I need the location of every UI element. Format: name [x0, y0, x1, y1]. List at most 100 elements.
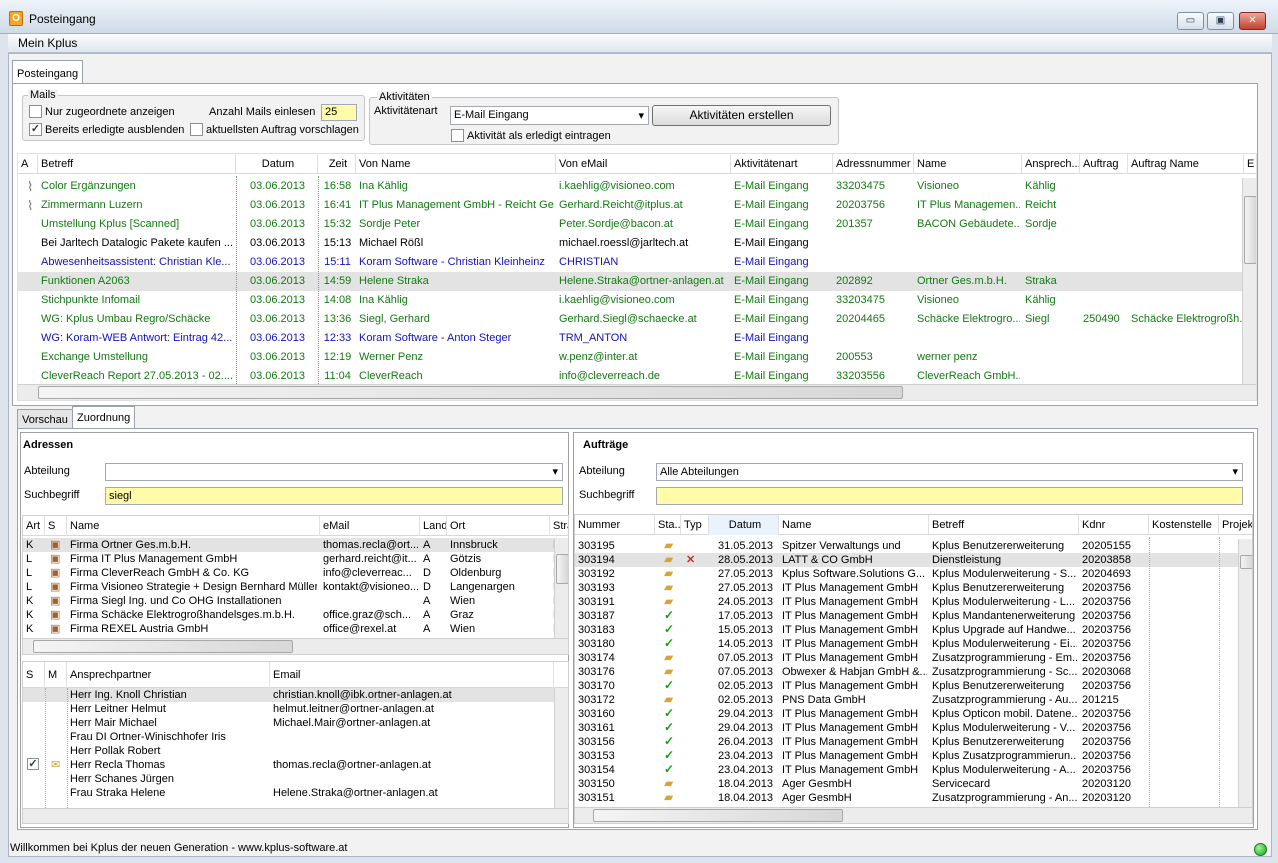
mail-col-header[interactable]: Datum — [236, 154, 318, 174]
anzahl-input[interactable]: 25 — [321, 104, 357, 121]
ansprechpartner-selected-checkbox[interactable] — [27, 758, 39, 770]
ansprechpartner-row[interactable]: ✉ Herr Recla Thomas thomas.recla@ortner-an… — [23, 758, 568, 772]
mail-col-header[interactable]: Aktivitätenart — [731, 154, 833, 174]
ansprechpartner-row[interactable]: Frau Straka Helene Helene.Straka@ortner-a… — [23, 786, 568, 800]
mail-row[interactable]: WG: Kplus Umbau Regro/Schäcke 03.06.2013 1… — [18, 310, 1256, 329]
aktivitaeten-erstellen-button[interactable]: Aktivitäten erstellen — [652, 105, 831, 126]
auftraege-row[interactable]: 303170 ✓ 02.05.2013 IT Plus Management GmbH… — [575, 679, 1252, 693]
auftraege-row[interactable]: 303153 ✓ 23.04.2013 IT Plus Management GmbH… — [575, 749, 1252, 763]
ansprechpartner-col-header[interactable]: M — [45, 662, 67, 688]
auftraege-row[interactable]: 303151 ▰ 18.04.2013 Ager GesmbH Zusatzprogra… — [575, 791, 1252, 805]
ansprechpartner-col-header[interactable]: Email — [270, 662, 554, 688]
maximize-button[interactable]: ▣ — [1207, 12, 1234, 30]
auftraege-col-header[interactable]: Nummer — [575, 515, 655, 535]
ansprechpartner-row[interactable]: Frau DI Ortner-Winischhofer Iris — [23, 730, 568, 744]
aktivitaetenart-select[interactable]: E-Mail Eingang ▾ — [450, 106, 649, 125]
adressen-row[interactable]: K ▣ Firma Schäcke Elektrogroßhandelsges.m.… — [23, 608, 568, 622]
minimize-button[interactable]: ▭ — [1177, 12, 1204, 30]
ansprechpartner-row[interactable]: Herr Schanes Jürgen — [23, 772, 568, 786]
auftraege-grid-vscroll[interactable] — [1238, 539, 1252, 807]
ansprechpartner-row[interactable]: Herr Leitner Helmut helmut.leitner@ortner… — [23, 702, 568, 716]
adressen-col-header[interactable]: eMail — [320, 516, 420, 536]
auftraege-row[interactable]: 303172 ▰ 02.05.2013 PNS Data GmbH Zusatzprog… — [575, 693, 1252, 707]
mail-grid-vscroll[interactable] — [1242, 178, 1256, 384]
mail-col-header[interactable]: Adressnummer — [833, 154, 914, 174]
mail-row[interactable]: ⌇ Color Ergänzungen 03.06.2013 16:58 Ina Käh… — [18, 177, 1256, 196]
auftraege-abteilung-select[interactable]: Alle Abteilungen ▾ — [656, 463, 1243, 481]
auftraege-row[interactable]: 303160 ✓ 29.04.2013 IT Plus Management GmbH… — [575, 707, 1252, 721]
auftraege-row[interactable]: 303194 ▰ ✕ 28.05.2013 LATT & CO GmbH Dienstle… — [575, 553, 1252, 567]
auftraege-row[interactable]: 303174 ▰ 07.05.2013 IT Plus Management GmbH… — [575, 651, 1252, 665]
ansprechpartner-row[interactable]: Herr Mair Michael Michael.Mair@ortner-anl… — [23, 716, 568, 730]
auftraege-row[interactable]: 303183 ✓ 15.05.2013 IT Plus Management GmbH… — [575, 623, 1252, 637]
mail-col-header[interactable]: Ansprech... — [1022, 154, 1080, 174]
ansprechpartner-grid-hscroll[interactable] — [23, 808, 568, 823]
auftraege-row[interactable]: 303187 ✓ 17.05.2013 IT Plus Management GmbH… — [575, 609, 1252, 623]
auftraege-grid-hscroll-thumb[interactable] — [593, 809, 843, 822]
auftraege-row[interactable]: 303195 ▰ 31.05.2013 Spitzer Verwaltungs und… — [575, 539, 1252, 553]
mail-col-header[interactable]: Auftrag — [1080, 154, 1128, 174]
nur-zugeordnete-checkbox[interactable] — [29, 105, 42, 118]
auftraege-row[interactable]: 303156 ✓ 26.04.2013 IT Plus Management GmbH… — [575, 735, 1252, 749]
menu-mein-kplus[interactable]: Mein Kplus — [18, 36, 77, 50]
adressen-grid-vscroll[interactable] — [554, 538, 568, 638]
mail-grid-hscroll[interactable] — [18, 384, 1256, 400]
auftraege-col-header[interactable]: Typ — [681, 515, 709, 535]
adressen-row[interactable]: L ▣ Firma Visioneo Strategie + Design Bern… — [23, 580, 568, 594]
auftraege-row[interactable]: 303150 ▰ 18.04.2013 Ager GesmbH Servicecard 2… — [575, 777, 1252, 791]
mail-col-header[interactable]: E — [1244, 154, 1256, 174]
auftraege-col-header[interactable]: Kostenstelle — [1149, 515, 1219, 535]
ansprechpartner-row[interactable]: Herr Pollak Robert — [23, 744, 568, 758]
mail-col-header[interactable]: Name — [914, 154, 1022, 174]
adressen-col-header[interactable]: Ort — [447, 516, 550, 536]
auftraege-grid-vscroll-thumb[interactable] — [1240, 555, 1252, 569]
mail-grid-vscroll-thumb[interactable] — [1244, 196, 1256, 264]
mail-col-header[interactable]: Zeit — [318, 154, 356, 174]
mail-row[interactable]: Stichpunkte Infomail 03.06.2013 14:08 Ina K… — [18, 291, 1256, 310]
mail-row[interactable]: ⌇ Zimmermann Luzern 03.06.2013 16:41 IT Plus… — [18, 196, 1256, 215]
auftraege-col-header[interactable]: Betreff — [929, 515, 1079, 535]
auftraege-col-header[interactable]: Sta... — [655, 515, 681, 535]
auftraege-col-header[interactable]: Projek — [1219, 515, 1252, 535]
tab-vorschau[interactable]: Vorschau — [17, 409, 73, 429]
mail-row[interactable]: Funktionen A2063 03.06.2013 14:59 Helene St… — [18, 272, 1256, 291]
adressen-col-header[interactable]: Land — [420, 516, 447, 536]
auftraege-row[interactable]: 303161 ✓ 29.04.2013 IT Plus Management GmbH… — [575, 721, 1252, 735]
bereits-erledigte-checkbox[interactable] — [29, 123, 42, 136]
mail-row[interactable]: Bei Jarltech Datalogic Pakete kaufen ...… — [18, 234, 1256, 253]
auftraege-row[interactable]: 303180 ✓ 14.05.2013 IT Plus Management GmbH… — [575, 637, 1252, 651]
ansprechpartner-col-header[interactable]: S — [23, 662, 45, 688]
ansprechpartner-row[interactable]: Herr Ing. Knoll Christian christian.knoll… — [23, 688, 568, 702]
ansprechpartner-grid-vscroll[interactable] — [554, 688, 568, 808]
adressen-col-header[interactable]: S — [45, 516, 67, 536]
mail-row[interactable]: Umstellung Kplus [Scanned] 03.06.2013 15:3… — [18, 215, 1256, 234]
auftraege-such-input[interactable] — [656, 487, 1243, 505]
aktuellsten-checkbox[interactable] — [190, 123, 203, 136]
adressen-such-input[interactable]: siegl — [105, 487, 563, 505]
adressen-col-header[interactable]: Art — [23, 516, 45, 536]
adressen-col-header[interactable]: Stra — [550, 516, 568, 536]
close-button[interactable]: ✕ — [1239, 12, 1266, 30]
mail-row[interactable]: Abwesenheitsassistent: Christian Kle... 0… — [18, 253, 1256, 272]
auftraege-row[interactable]: 303192 ▰ 27.05.2013 Kplus Software.Solution… — [575, 567, 1252, 581]
adressen-row[interactable]: K ▣ Firma Ortner Ges.m.b.H. thomas.recla@or… — [23, 538, 568, 552]
mail-col-header[interactable]: Betreff — [38, 154, 236, 174]
tab-zuordnung[interactable]: Zuordnung — [72, 406, 136, 429]
adressen-row[interactable]: L ▣ Firma IT Plus Management GmbH gerhard.r… — [23, 552, 568, 566]
mail-row[interactable]: Exchange Umstellung 03.06.2013 12:19 Werner… — [18, 348, 1256, 367]
adressen-grid-vscroll-thumb[interactable] — [556, 554, 568, 584]
ansprechpartner-col-header[interactable]: Ansprechpartner — [67, 662, 270, 688]
adressen-grid-hscroll[interactable] — [23, 638, 568, 654]
mail-col-header[interactable]: Von Name — [356, 154, 556, 174]
adressen-abteilung-select[interactable]: ▾ — [105, 463, 563, 481]
auftraege-row[interactable]: 303154 ✓ 23.04.2013 IT Plus Management GmbH… — [575, 763, 1252, 777]
auftraege-row[interactable]: 303191 ▰ 24.05.2013 IT Plus Management GmbH… — [575, 595, 1252, 609]
adressen-col-header[interactable]: Name — [67, 516, 320, 536]
tab-posteingang[interactable]: Posteingang — [12, 60, 84, 84]
adressen-row[interactable]: K ▣ Firma Siegl Ing. und Co OHG Installati… — [23, 594, 568, 608]
mail-col-header[interactable]: Auftrag Name — [1128, 154, 1244, 174]
auftraege-col-header[interactable]: Kdnr — [1079, 515, 1149, 535]
adressen-row[interactable]: L ▣ Firma CleverReach GmbH & Co. KG info@cl… — [23, 566, 568, 580]
auftraege-col-header[interactable]: Name — [779, 515, 929, 535]
adressen-grid-hscroll-thumb[interactable] — [33, 640, 293, 653]
